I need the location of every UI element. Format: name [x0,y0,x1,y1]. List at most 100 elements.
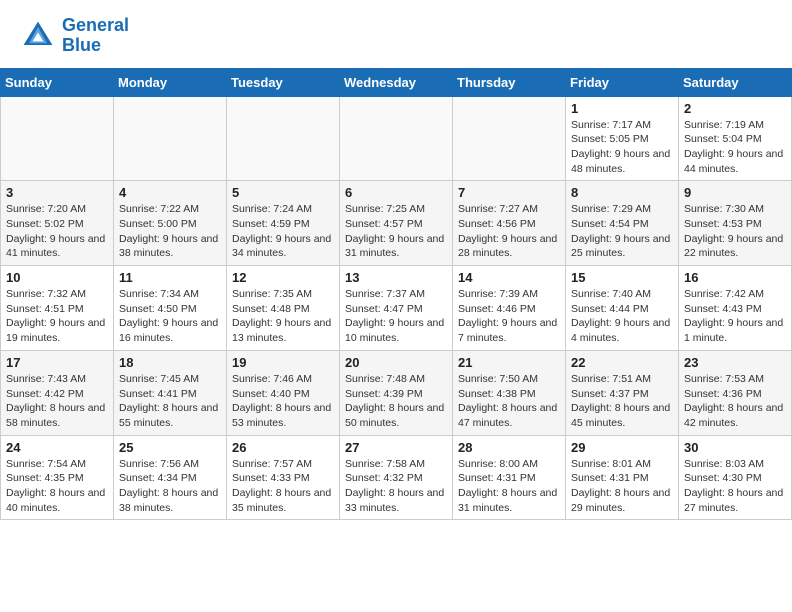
weekday-header-row: SundayMondayTuesdayWednesdayThursdayFrid… [1,68,792,96]
calendar-week-2: 10Sunrise: 7:32 AM Sunset: 4:51 PM Dayli… [1,266,792,351]
day-number: 18 [119,355,221,370]
calendar-cell: 2 Sunrise: 7:19 AM Sunset: 5:04 PM Daylig… [679,96,792,181]
calendar-cell: 10Sunrise: 7:32 AM Sunset: 4:51 PM Dayli… [1,266,114,351]
day-number: 21 [458,355,560,370]
day-info: Sunrise: 7:57 AM Sunset: 4:33 PM Dayligh… [232,457,334,516]
day-number: 27 [345,440,447,455]
day-number: 1 [571,101,673,116]
weekday-header-monday: Monday [114,68,227,96]
weekday-header-friday: Friday [566,68,679,96]
calendar-cell: 9 Sunrise: 7:30 AM Sunset: 4:53 PM Daylig… [679,181,792,266]
day-number: 30 [684,440,786,455]
calendar-cell [227,96,340,181]
day-info: Sunrise: 7:24 AM Sunset: 4:59 PM Dayligh… [232,202,334,261]
logo-text: General Blue [62,16,129,56]
day-number: 15 [571,270,673,285]
calendar-cell: 19 Sunrise: 7:46 AM Sunset: 4:40 PM Dayli… [227,350,340,435]
calendar-cell: 1 Sunrise: 7:17 AM Sunset: 5:05 PM Daylig… [566,96,679,181]
weekday-header-sunday: Sunday [1,68,114,96]
logo-icon [20,18,56,54]
day-number: 11 [119,270,221,285]
day-info: Sunrise: 7:20 AM Sunset: 5:02 PM Dayligh… [6,202,108,261]
day-info: Sunrise: 7:25 AM Sunset: 4:57 PM Dayligh… [345,202,447,261]
day-info: Sunrise: 7:39 AM Sunset: 4:46 PM Dayligh… [458,287,560,346]
calendar-cell [114,96,227,181]
calendar-cell [1,96,114,181]
calendar-cell: 15 Sunrise: 7:40 AM Sunset: 4:44 PM Dayli… [566,266,679,351]
calendar-cell: 29 Sunrise: 8:01 AM Sunset: 4:31 PM Dayli… [566,435,679,520]
calendar-cell: 6Sunrise: 7:25 AM Sunset: 4:57 PM Daylig… [340,181,453,266]
day-number: 17 [6,355,108,370]
day-number: 2 [684,101,786,116]
calendar-cell: 26 Sunrise: 7:57 AM Sunset: 4:33 PM Dayli… [227,435,340,520]
day-info: Sunrise: 7:27 AM Sunset: 4:56 PM Dayligh… [458,202,560,261]
day-number: 16 [684,270,786,285]
day-number: 22 [571,355,673,370]
calendar-cell: 23 Sunrise: 7:53 AM Sunset: 4:36 PM Dayli… [679,350,792,435]
day-info: Sunrise: 7:51 AM Sunset: 4:37 PM Dayligh… [571,372,673,431]
weekday-header-tuesday: Tuesday [227,68,340,96]
day-number: 19 [232,355,334,370]
day-number: 25 [119,440,221,455]
calendar-cell: 20 Sunrise: 7:48 AM Sunset: 4:39 PM Dayli… [340,350,453,435]
calendar-cell: 14 Sunrise: 7:39 AM Sunset: 4:46 PM Dayli… [453,266,566,351]
day-number: 20 [345,355,447,370]
day-info: Sunrise: 7:56 AM Sunset: 4:34 PM Dayligh… [119,457,221,516]
calendar-cell: 25 Sunrise: 7:56 AM Sunset: 4:34 PM Dayli… [114,435,227,520]
day-info: Sunrise: 7:19 AM Sunset: 5:04 PM Dayligh… [684,118,786,177]
day-info: Sunrise: 7:43 AM Sunset: 4:42 PM Dayligh… [6,372,108,431]
day-number: 12 [232,270,334,285]
day-number: 10 [6,270,108,285]
calendar-cell: 7Sunrise: 7:27 AM Sunset: 4:56 PM Daylig… [453,181,566,266]
weekday-header-saturday: Saturday [679,68,792,96]
day-number: 28 [458,440,560,455]
calendar-cell: 3Sunrise: 7:20 AM Sunset: 5:02 PM Daylig… [1,181,114,266]
day-number: 14 [458,270,560,285]
calendar-week-1: 3Sunrise: 7:20 AM Sunset: 5:02 PM Daylig… [1,181,792,266]
calendar-cell [453,96,566,181]
calendar-cell: 18 Sunrise: 7:45 AM Sunset: 4:41 PM Dayli… [114,350,227,435]
calendar-cell: 27 Sunrise: 7:58 AM Sunset: 4:32 PM Dayli… [340,435,453,520]
calendar-cell: 12Sunrise: 7:35 AM Sunset: 4:48 PM Dayli… [227,266,340,351]
day-info: Sunrise: 7:45 AM Sunset: 4:41 PM Dayligh… [119,372,221,431]
day-info: Sunrise: 7:37 AM Sunset: 4:47 PM Dayligh… [345,287,447,346]
day-info: Sunrise: 8:00 AM Sunset: 4:31 PM Dayligh… [458,457,560,516]
day-info: Sunrise: 7:48 AM Sunset: 4:39 PM Dayligh… [345,372,447,431]
weekday-header-wednesday: Wednesday [340,68,453,96]
weekday-header-thursday: Thursday [453,68,566,96]
day-info: Sunrise: 7:50 AM Sunset: 4:38 PM Dayligh… [458,372,560,431]
calendar-cell: 8Sunrise: 7:29 AM Sunset: 4:54 PM Daylig… [566,181,679,266]
day-number: 23 [684,355,786,370]
calendar-cell: 28 Sunrise: 8:00 AM Sunset: 4:31 PM Dayli… [453,435,566,520]
day-number: 8 [571,185,673,200]
calendar-week-3: 17 Sunrise: 7:43 AM Sunset: 4:42 PM Dayli… [1,350,792,435]
calendar-cell: 21 Sunrise: 7:50 AM Sunset: 4:38 PM Dayli… [453,350,566,435]
page-header: General Blue [0,0,792,60]
day-number: 5 [232,185,334,200]
calendar-cell: 24 Sunrise: 7:54 AM Sunset: 4:35 PM Dayli… [1,435,114,520]
calendar-cell: 22 Sunrise: 7:51 AM Sunset: 4:37 PM Dayli… [566,350,679,435]
day-info: Sunrise: 8:01 AM Sunset: 4:31 PM Dayligh… [571,457,673,516]
day-info: Sunrise: 7:30 AM Sunset: 4:53 PM Dayligh… [684,202,786,261]
day-number: 29 [571,440,673,455]
day-info: Sunrise: 7:53 AM Sunset: 4:36 PM Dayligh… [684,372,786,431]
day-number: 24 [6,440,108,455]
logo: General Blue [20,16,129,56]
day-info: Sunrise: 7:22 AM Sunset: 5:00 PM Dayligh… [119,202,221,261]
day-info: Sunrise: 7:54 AM Sunset: 4:35 PM Dayligh… [6,457,108,516]
day-info: Sunrise: 7:40 AM Sunset: 4:44 PM Dayligh… [571,287,673,346]
day-info: Sunrise: 7:34 AM Sunset: 4:50 PM Dayligh… [119,287,221,346]
day-info: Sunrise: 8:03 AM Sunset: 4:30 PM Dayligh… [684,457,786,516]
day-number: 26 [232,440,334,455]
day-number: 9 [684,185,786,200]
day-info: Sunrise: 7:46 AM Sunset: 4:40 PM Dayligh… [232,372,334,431]
calendar-table: SundayMondayTuesdayWednesdayThursdayFrid… [0,68,792,521]
day-info: Sunrise: 7:17 AM Sunset: 5:05 PM Dayligh… [571,118,673,177]
calendar-week-4: 24 Sunrise: 7:54 AM Sunset: 4:35 PM Dayli… [1,435,792,520]
calendar-cell [340,96,453,181]
calendar-cell: 11 Sunrise: 7:34 AM Sunset: 4:50 PM Dayli… [114,266,227,351]
calendar-cell: 13Sunrise: 7:37 AM Sunset: 4:47 PM Dayli… [340,266,453,351]
calendar-cell: 5 Sunrise: 7:24 AM Sunset: 4:59 PM Daylig… [227,181,340,266]
day-info: Sunrise: 7:58 AM Sunset: 4:32 PM Dayligh… [345,457,447,516]
day-info: Sunrise: 7:42 AM Sunset: 4:43 PM Dayligh… [684,287,786,346]
